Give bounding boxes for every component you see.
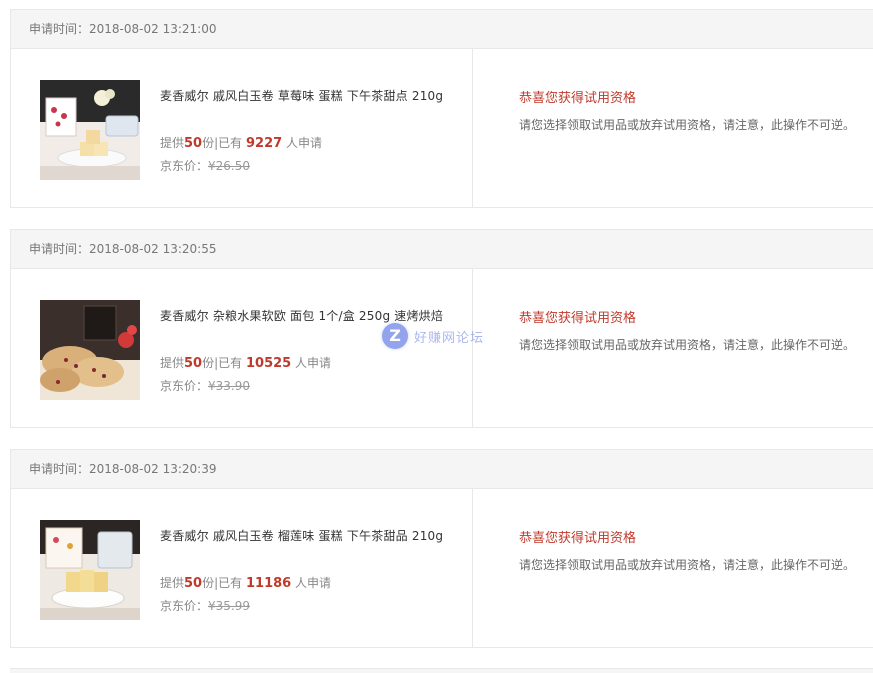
jd-price: 京东价：¥33.90 — [160, 377, 250, 394]
result-note: 请您选择领取试用品或放弃试用资格，请注意，此操作不可逆。 — [519, 118, 856, 132]
apply-time-value: 2018-08-02 13:20:55 — [89, 242, 217, 256]
card-body: 麦香威尔 戚风白玉卷 榴莲味 蛋糕 下午茶甜品 210g 提供50份|已有 11… — [11, 489, 873, 648]
quantity-value: 50 — [184, 576, 203, 591]
result-title: 恭喜您获得试用资格 — [519, 311, 637, 326]
applicants-count: 9227 — [245, 136, 283, 151]
price-value: ¥33.90 — [208, 379, 251, 393]
provide-mid-label: 份|已有 — [202, 576, 243, 590]
fruit-bread-image[interactable] — [40, 300, 140, 400]
applicants-label: 人申请 — [286, 136, 323, 150]
result-note: 请您选择领取试用品或放弃试用资格，请注意，此操作不可逆。 — [519, 558, 856, 572]
apply-time-value: 2018-08-02 13:21:00 — [89, 22, 217, 36]
jd-price: 京东价：¥26.50 — [160, 157, 250, 174]
product-info: 麦香威尔 戚风白玉卷 榴莲味 蛋糕 下午茶甜品 210g 提供50份|已有 11… — [11, 489, 473, 648]
application-stats: 提供50份|已有 9227 人申请 — [160, 134, 322, 151]
apply-time-label: 申请时间： — [29, 462, 90, 476]
provide-mid-label: 份|已有 — [202, 356, 243, 370]
product-info: 麦香威尔 杂粮水果软欧 面包 1个/盒 250g 速烤烘焙 提供50份|已有 1… — [11, 269, 473, 428]
result-title: 恭喜您获得试用资格 — [519, 531, 637, 546]
quantity-value: 50 — [184, 136, 203, 151]
jd-price-label: 京东价： — [160, 599, 209, 613]
next-card-header-partial — [10, 668, 873, 673]
applicants-count: 11186 — [245, 576, 292, 591]
jd-price-label: 京东价： — [160, 379, 209, 393]
product-title[interactable]: 麦香威尔 戚风白玉卷 榴莲味 蛋糕 下午茶甜品 210g — [160, 527, 443, 544]
durian-cake-roll-image[interactable] — [40, 520, 140, 620]
provide-label: 提供 — [160, 136, 185, 150]
apply-time-value: 2018-08-02 13:20:39 — [89, 462, 217, 476]
product-title[interactable]: 麦香威尔 戚风白玉卷 草莓味 蛋糕 下午茶甜点 210g — [160, 87, 443, 104]
result-note: 请您选择领取试用品或放弃试用资格，请注意，此操作不可逆。 — [519, 338, 856, 352]
strawberry-cake-roll-image[interactable] — [40, 80, 140, 180]
jd-price: 京东价：¥35.99 — [160, 597, 250, 614]
provide-mid-label: 份|已有 — [202, 136, 243, 150]
application-card: 申请时间：2018-08-02 13:20:55 麦香威尔 杂粮水果软欧 面包 … — [10, 229, 873, 428]
provide-label: 提供 — [160, 576, 185, 590]
application-stats: 提供50份|已有 11186 人申请 — [160, 574, 331, 591]
provide-label: 提供 — [160, 356, 185, 370]
quantity-value: 50 — [184, 356, 203, 371]
product-title[interactable]: 麦香威尔 杂粮水果软欧 面包 1个/盒 250g 速烤烘焙 — [160, 307, 443, 324]
product-info: 麦香威尔 戚风白玉卷 草莓味 蛋糕 下午茶甜点 210g 提供50份|已有 92… — [11, 49, 473, 208]
application-card: 申请时间：2018-08-02 13:21:00 麦香威尔 戚风白玉卷 草莓味 … — [10, 9, 873, 208]
applicants-count: 10525 — [245, 356, 292, 371]
jd-price-label: 京东价： — [160, 159, 209, 173]
card-body: 麦香威尔 戚风白玉卷 草莓味 蛋糕 下午茶甜点 210g 提供50份|已有 92… — [11, 49, 873, 208]
application-stats: 提供50份|已有 10525 人申请 — [160, 354, 331, 371]
card-header: 申请时间：2018-08-02 13:21:00 — [11, 10, 873, 49]
application-card: 申请时间：2018-08-02 13:20:39 麦香威尔 戚风白玉卷 榴莲味 … — [10, 449, 873, 648]
card-header: 申请时间：2018-08-02 13:20:39 — [11, 450, 873, 489]
price-value: ¥35.99 — [208, 599, 251, 613]
card-header: 申请时间：2018-08-02 13:20:55 — [11, 230, 873, 269]
apply-time-label: 申请时间： — [29, 242, 90, 256]
price-value: ¥26.50 — [208, 159, 251, 173]
card-body: 麦香威尔 杂粮水果软欧 面包 1个/盒 250g 速烤烘焙 提供50份|已有 1… — [11, 269, 873, 428]
applicants-label: 人申请 — [295, 576, 332, 590]
applicants-label: 人申请 — [295, 356, 332, 370]
apply-time-label: 申请时间： — [29, 22, 90, 36]
result-title: 恭喜您获得试用资格 — [519, 91, 637, 106]
